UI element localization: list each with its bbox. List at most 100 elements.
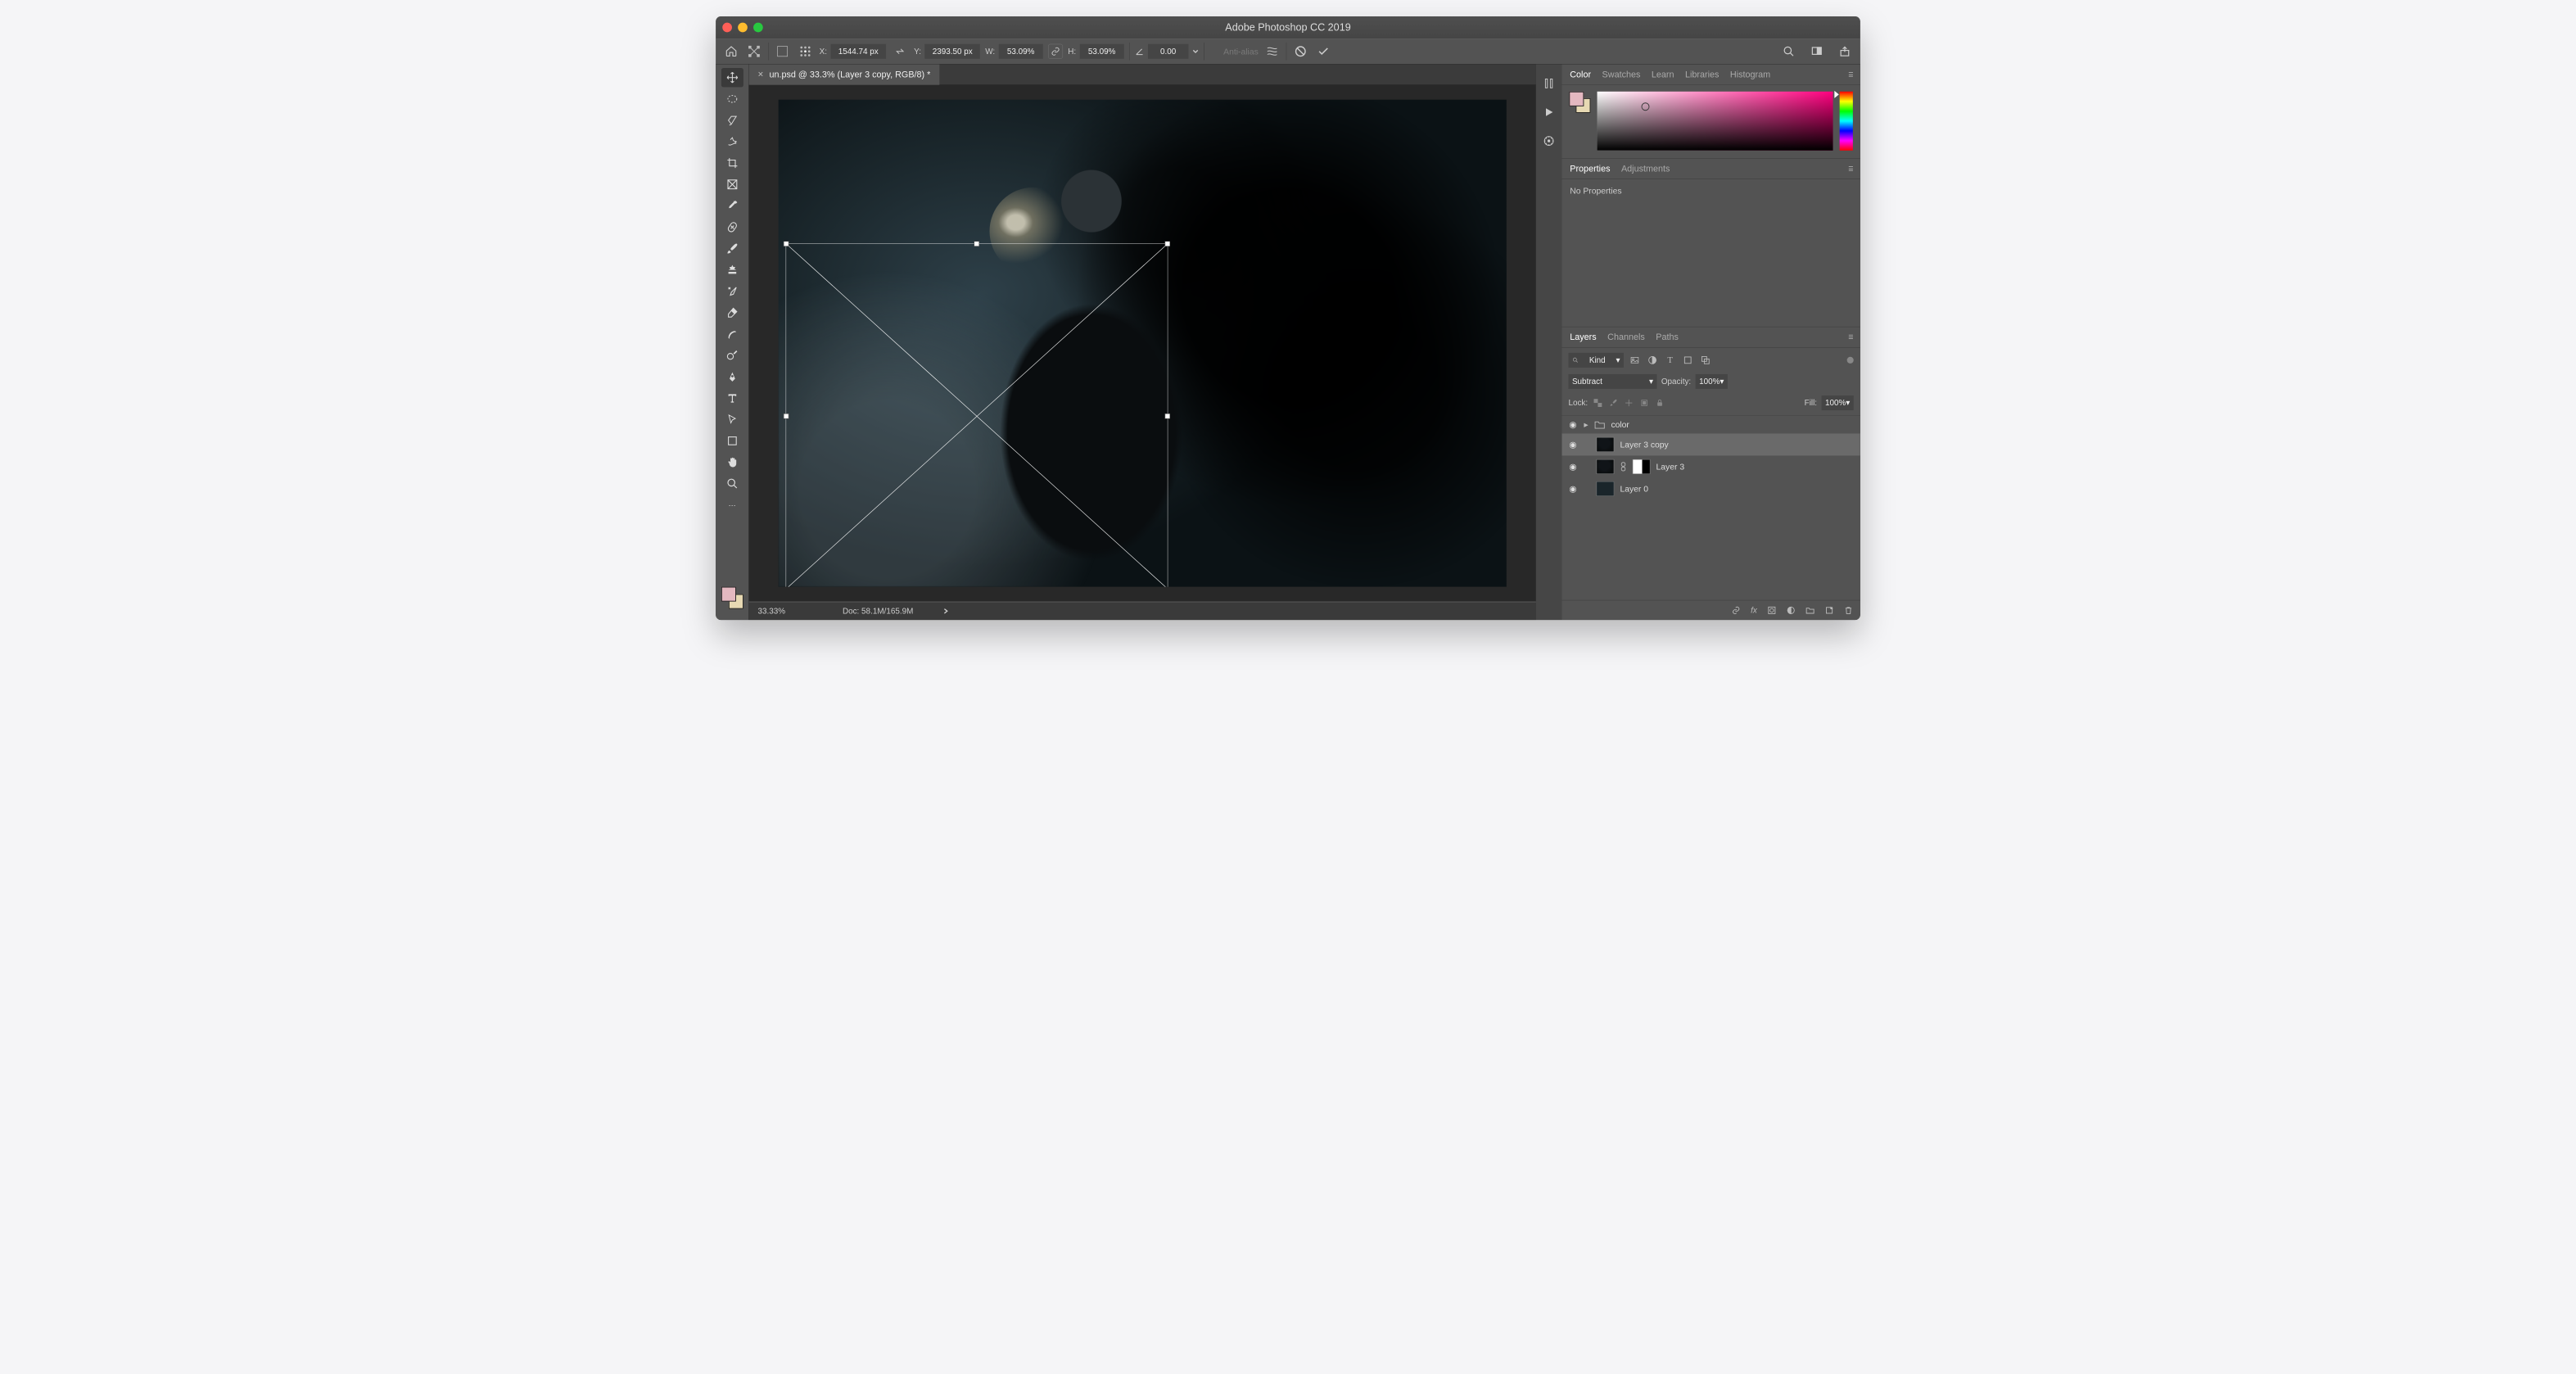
panel-menu-icon[interactable]: ☰ <box>1848 70 1853 78</box>
layer-fx-icon[interactable]: fx <box>1751 605 1757 615</box>
blend-mode-select[interactable]: Subtract▾ <box>1568 374 1656 389</box>
layer-filter-select[interactable]: Kind ▾ <box>1568 353 1624 368</box>
layer-name[interactable]: color <box>1611 420 1629 430</box>
close-window-button[interactable] <box>722 23 732 33</box>
lock-pixels-icon[interactable] <box>1593 394 1604 412</box>
link-layers-icon[interactable] <box>1732 606 1741 615</box>
mask-link-icon[interactable] <box>1620 461 1626 472</box>
new-layer-icon[interactable] <box>1825 606 1834 615</box>
transform-reference-icon[interactable] <box>745 43 763 61</box>
navigator-panel-icon[interactable] <box>1541 133 1557 149</box>
type-tool[interactable] <box>721 389 743 408</box>
delete-icon[interactable] <box>1844 606 1853 615</box>
reference-grid-icon[interactable] <box>797 43 815 61</box>
doc-size[interactable]: Doc: 58.1M/165.9M <box>843 606 913 616</box>
lock-all-icon[interactable] <box>1654 394 1665 412</box>
layer-thumbnail[interactable] <box>1597 481 1615 496</box>
canvas-area[interactable] <box>749 85 1536 602</box>
clone-stamp-tool[interactable] <box>721 260 743 279</box>
layer-name[interactable]: Layer 0 <box>1620 484 1648 494</box>
tab-properties[interactable]: Properties <box>1569 162 1611 175</box>
w-field[interactable]: W: 53.09% <box>985 44 1042 59</box>
share-button[interactable] <box>1836 43 1854 61</box>
fill-select[interactable]: 100%▾ <box>1821 395 1853 410</box>
visibility-icon[interactable]: ◉ <box>1568 440 1579 450</box>
fg-color-swatch[interactable] <box>721 587 736 602</box>
filter-adjust-icon[interactable] <box>1646 351 1659 369</box>
crop-tool[interactable] <box>721 153 743 172</box>
transform-handle[interactable] <box>974 241 979 246</box>
hue-slider[interactable] <box>1840 92 1853 151</box>
commit-transform-button[interactable] <box>1315 43 1333 61</box>
path-select-tool[interactable] <box>721 410 743 429</box>
hand-tool[interactable] <box>721 453 743 472</box>
minimize-window-button[interactable] <box>738 23 748 33</box>
panel-menu-icon[interactable]: ☰ <box>1848 333 1853 341</box>
add-mask-icon[interactable] <box>1767 606 1776 615</box>
tab-swatches[interactable]: Swatches <box>1602 68 1642 81</box>
tab-color[interactable]: Color <box>1569 68 1592 81</box>
reference-point-icon[interactable] <box>774 43 792 61</box>
canvas[interactable] <box>779 100 1507 587</box>
brushes-panel-icon[interactable] <box>1541 75 1557 92</box>
y-value[interactable]: 2393.50 px <box>924 44 980 59</box>
workspace-button[interactable] <box>1808 43 1826 61</box>
close-tab-icon[interactable]: × <box>757 69 763 80</box>
pen-tool[interactable] <box>721 367 743 386</box>
layer-row[interactable]: ◉ Layer 3 <box>1561 455 1860 477</box>
eraser-tool[interactable] <box>721 303 743 322</box>
opacity-select[interactable]: 100%▾ <box>1696 374 1728 389</box>
transform-handle[interactable] <box>1165 414 1170 418</box>
tab-learn[interactable]: Learn <box>1651 68 1674 81</box>
group-icon[interactable] <box>1805 606 1814 615</box>
adjustment-icon[interactable] <box>1787 606 1796 615</box>
tab-paths[interactable]: Paths <box>1655 331 1679 344</box>
angle-field[interactable]: 0.00 <box>1135 44 1199 59</box>
x-value[interactable]: 1544.74 px <box>830 44 886 59</box>
zoom-tool[interactable] <box>721 474 743 493</box>
layer-name[interactable]: Layer 3 copy <box>1620 440 1668 450</box>
history-brush-tool[interactable] <box>721 282 743 301</box>
home-button[interactable] <box>722 43 740 61</box>
y-field[interactable]: Y: 2393.50 px <box>914 44 980 59</box>
fg-bg-swatch[interactable] <box>721 587 743 609</box>
maximize-window-button[interactable] <box>753 23 763 33</box>
h-value[interactable]: 53.09% <box>1080 44 1124 59</box>
filter-smart-icon[interactable] <box>1699 351 1712 369</box>
lock-brush-icon[interactable] <box>1607 394 1619 412</box>
tab-adjustments[interactable]: Adjustments <box>1620 162 1670 175</box>
color-panel-swatch[interactable] <box>1569 92 1590 113</box>
lock-position-icon[interactable] <box>1623 394 1634 412</box>
expand-icon[interactable]: ▸ <box>1584 420 1588 430</box>
move-tool[interactable] <box>721 68 743 87</box>
swap-xy-icon[interactable] <box>891 43 909 61</box>
layer-row[interactable]: ◉ Layer 0 <box>1561 477 1860 499</box>
h-field[interactable]: H: 53.09% <box>1068 44 1123 59</box>
brush-tool[interactable] <box>721 239 743 258</box>
filter-type-icon[interactable]: T <box>1664 351 1677 369</box>
status-chevron-icon[interactable] <box>942 608 949 614</box>
warp-mode-button[interactable] <box>1263 43 1281 61</box>
lasso-tool[interactable] <box>721 111 743 129</box>
angle-value[interactable]: 0.00 <box>1148 44 1189 59</box>
document-tab[interactable]: × un.psd @ 33.3% (Layer 3 copy, RGB/8) * <box>749 64 939 84</box>
tab-channels[interactable]: Channels <box>1607 331 1645 344</box>
shape-tool[interactable] <box>721 432 743 450</box>
quick-select-tool[interactable] <box>721 132 743 151</box>
transform-handle[interactable] <box>784 241 789 246</box>
dodge-tool[interactable] <box>721 346 743 364</box>
filter-pixel-icon[interactable] <box>1628 351 1641 369</box>
zoom-level[interactable]: 33.33% <box>757 606 813 616</box>
transform-handle[interactable] <box>1165 241 1170 246</box>
eyedropper-tool[interactable] <box>721 197 743 215</box>
gradient-tool[interactable] <box>721 324 743 343</box>
layer-thumbnail[interactable] <box>1597 459 1615 474</box>
layer-row[interactable]: ◉ Layer 3 copy <box>1561 433 1860 455</box>
w-value[interactable]: 53.09% <box>999 44 1043 59</box>
actions-panel-icon[interactable] <box>1541 104 1557 120</box>
tab-libraries[interactable]: Libraries <box>1684 68 1720 81</box>
cancel-transform-button[interactable] <box>1292 43 1310 61</box>
layer-row[interactable]: ◉ ▸ color <box>1561 416 1860 434</box>
panel-menu-icon[interactable]: ☰ <box>1848 165 1853 173</box>
layer-mask-thumbnail[interactable] <box>1633 459 1651 474</box>
